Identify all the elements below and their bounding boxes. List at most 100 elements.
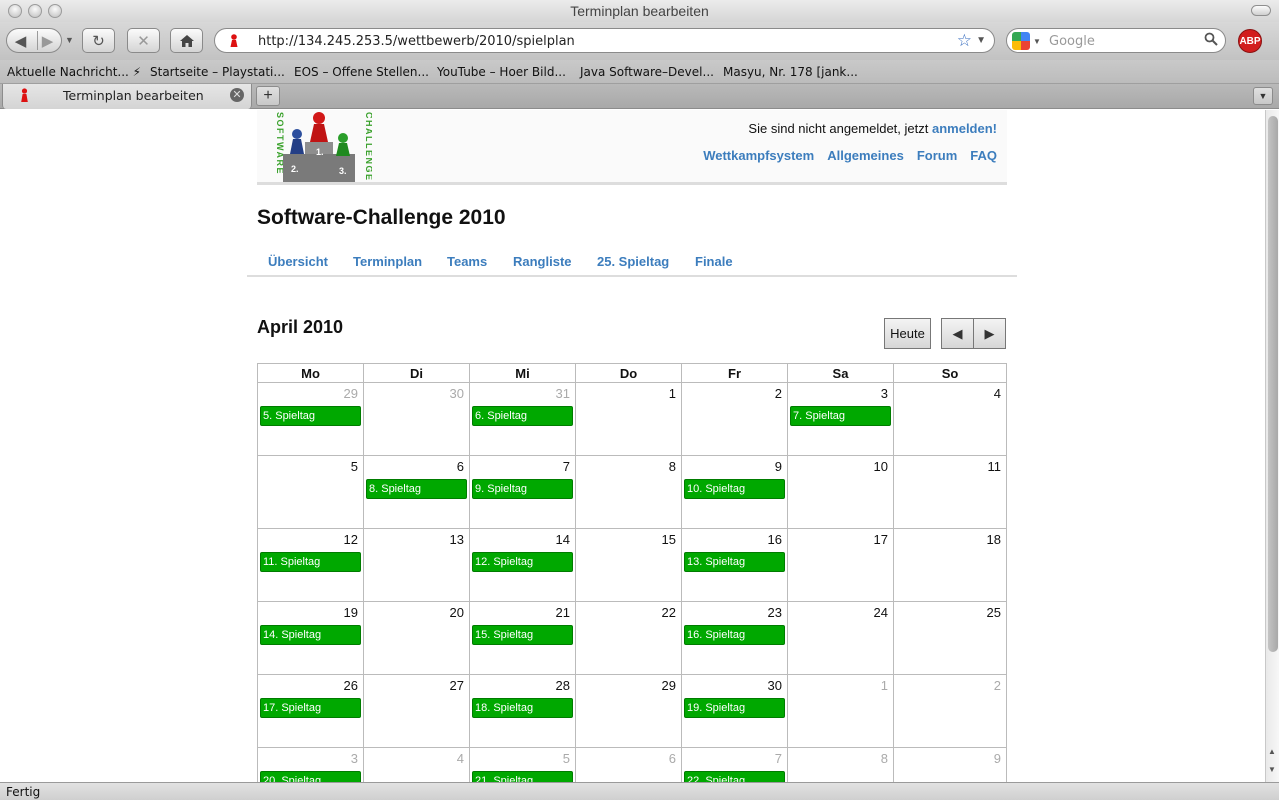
calendar-event[interactable]: 9. Spieltag: [472, 479, 573, 499]
close-window-icon[interactable]: [8, 4, 22, 18]
calendar-event[interactable]: 21. Spieltag: [472, 771, 573, 782]
subnav-25-spieltag[interactable]: 25. Spieltag: [597, 254, 669, 269]
calendar-event[interactable]: 14. Spieltag: [260, 625, 361, 645]
calendar-event[interactable]: 17. Spieltag: [260, 698, 361, 718]
calendar-day-cell[interactable]: 27: [363, 674, 470, 748]
calendar-day-cell[interactable]: 7 22. Spieltag: [681, 747, 788, 782]
scroll-up-arrow-icon[interactable]: ▲: [1268, 747, 1276, 756]
nav-wettkampfsystem[interactable]: Wettkampfsystem: [703, 148, 814, 163]
calendar-day-cell[interactable]: 15: [575, 528, 682, 602]
calendar-day-cell[interactable]: 8: [575, 455, 682, 529]
calendar-day-cell[interactable]: 29 5. Spieltag: [257, 382, 364, 456]
google-engine-icon[interactable]: [1012, 32, 1030, 50]
calendar-event[interactable]: 16. Spieltag: [684, 625, 785, 645]
calendar-day-cell[interactable]: 6 8. Spieltag: [363, 455, 470, 529]
calendar-day-cell[interactable]: 11: [893, 455, 1007, 529]
calendar-day-cell[interactable]: 4: [893, 382, 1007, 456]
calendar-day-cell[interactable]: 14 12. Spieltag: [469, 528, 576, 602]
history-dropdown-icon[interactable]: ▼: [65, 35, 74, 45]
calendar-day-cell[interactable]: 2: [893, 674, 1007, 748]
scroll-down-arrow-icon[interactable]: ▼: [1268, 765, 1276, 774]
calendar-day-cell[interactable]: 6: [575, 747, 682, 782]
calendar-day-cell[interactable]: 5: [257, 455, 364, 529]
calendar-event[interactable]: 12. Spieltag: [472, 552, 573, 572]
calendar-day-cell[interactable]: 20: [363, 601, 470, 675]
toolbar-toggle-icon[interactable]: [1251, 5, 1271, 16]
url-dropdown-icon[interactable]: ▼: [976, 35, 986, 46]
reload-button[interactable]: ↻: [82, 28, 115, 53]
subnav-finale[interactable]: Finale: [695, 254, 733, 269]
bookmark-item[interactable]: EOS – Offene Stellen...: [294, 65, 429, 79]
calendar-day-cell[interactable]: 10: [787, 455, 894, 529]
forward-arrow-icon[interactable]: ▶: [34, 32, 61, 50]
calendar-event[interactable]: 13. Spieltag: [684, 552, 785, 572]
calendar-day-cell[interactable]: 31 6. Spieltag: [469, 382, 576, 456]
bookmark-item[interactable]: Java Software–Devel...: [580, 65, 714, 79]
calendar-event[interactable]: 20. Spieltag: [260, 771, 361, 782]
calendar-day-cell[interactable]: 8: [787, 747, 894, 782]
calendar-day-cell[interactable]: 21 15. Spieltag: [469, 601, 576, 675]
back-arrow-icon[interactable]: ◀: [7, 32, 34, 50]
calendar-day-cell[interactable]: 4: [363, 747, 470, 782]
calendar-day-cell[interactable]: 12 11. Spieltag: [257, 528, 364, 602]
calendar-event[interactable]: 6. Spieltag: [472, 406, 573, 426]
prev-month-button[interactable]: ◀: [941, 318, 974, 349]
calendar-event[interactable]: 15. Spieltag: [472, 625, 573, 645]
calendar-day-cell[interactable]: 3 20. Spieltag: [257, 747, 364, 782]
calendar-day-cell[interactable]: 9 10. Spieltag: [681, 455, 788, 529]
calendar-event[interactable]: 10. Spieltag: [684, 479, 785, 499]
bookmark-star-icon[interactable]: ☆: [957, 31, 972, 51]
calendar-day-cell[interactable]: 1: [787, 674, 894, 748]
minimize-window-icon[interactable]: [28, 4, 42, 18]
nav-forum[interactable]: Forum: [917, 148, 957, 163]
search-engine-dropdown-icon[interactable]: ▼: [1033, 37, 1041, 46]
new-tab-button[interactable]: +: [256, 86, 280, 106]
calendar-day-cell[interactable]: 5 21. Spieltag: [469, 747, 576, 782]
scrollbar-thumb[interactable]: [1268, 116, 1278, 652]
calendar-day-cell[interactable]: 28 18. Spieltag: [469, 674, 576, 748]
calendar-day-cell[interactable]: 2: [681, 382, 788, 456]
calendar-day-cell[interactable]: 1: [575, 382, 682, 456]
nav-allgemeines[interactable]: Allgemeines: [827, 148, 904, 163]
search-box[interactable]: ▼ Google: [1006, 28, 1226, 53]
next-month-button[interactable]: ▶: [973, 318, 1006, 349]
home-button[interactable]: [170, 28, 203, 53]
adblock-plus-icon[interactable]: ABP: [1238, 29, 1262, 53]
calendar-day-cell[interactable]: 24: [787, 601, 894, 675]
calendar-day-cell[interactable]: 30: [363, 382, 470, 456]
zoom-window-icon[interactable]: [48, 4, 62, 18]
nav-faq[interactable]: FAQ: [970, 148, 997, 163]
stop-button[interactable]: ✕: [127, 28, 160, 53]
calendar-event[interactable]: 7. Spieltag: [790, 406, 891, 426]
url-text[interactable]: http://134.245.253.5/wettbewerb/2010/spi…: [258, 34, 575, 49]
software-challenge-logo[interactable]: SOFTWARE CHALLENGE 1. 2. 3.: [267, 110, 372, 184]
calendar-event[interactable]: 5. Spieltag: [260, 406, 361, 426]
calendar-day-cell[interactable]: 16 13. Spieltag: [681, 528, 788, 602]
subnav-rangliste[interactable]: Rangliste: [513, 254, 572, 269]
tab-list-icon[interactable]: ▼: [1253, 87, 1273, 105]
calendar-day-cell[interactable]: 22: [575, 601, 682, 675]
calendar-day-cell[interactable]: 25: [893, 601, 1007, 675]
subnav-uebersicht[interactable]: Übersicht: [268, 254, 328, 269]
calendar-event[interactable]: 22. Spieltag: [684, 771, 785, 782]
calendar-day-cell[interactable]: 17: [787, 528, 894, 602]
login-link[interactable]: anmelden!: [932, 121, 997, 136]
calendar-day-cell[interactable]: 26 17. Spieltag: [257, 674, 364, 748]
calendar-day-cell[interactable]: 9: [893, 747, 1007, 782]
subnav-teams[interactable]: Teams: [447, 254, 487, 269]
magnifier-icon[interactable]: [1204, 32, 1218, 46]
calendar-day-cell[interactable]: 30 19. Spieltag: [681, 674, 788, 748]
search-input[interactable]: Google: [1049, 34, 1095, 49]
bookmark-item[interactable]: YouTube – Hoer Bild...: [437, 65, 566, 79]
subnav-terminplan[interactable]: Terminplan: [353, 254, 422, 269]
calendar-day-cell[interactable]: 19 14. Spieltag: [257, 601, 364, 675]
address-bar[interactable]: http://134.245.253.5/wettbewerb/2010/spi…: [214, 28, 995, 53]
tab-terminplan[interactable]: Terminplan bearbeiten ✕: [2, 84, 252, 109]
calendar-event[interactable]: 11. Spieltag: [260, 552, 361, 572]
calendar-event[interactable]: 19. Spieltag: [684, 698, 785, 718]
vertical-scrollbar[interactable]: ▲ ▼: [1265, 110, 1279, 782]
calendar-day-cell[interactable]: 3 7. Spieltag: [787, 382, 894, 456]
close-tab-icon[interactable]: ✕: [230, 88, 244, 102]
calendar-day-cell[interactable]: 29: [575, 674, 682, 748]
calendar-day-cell[interactable]: 23 16. Spieltag: [681, 601, 788, 675]
